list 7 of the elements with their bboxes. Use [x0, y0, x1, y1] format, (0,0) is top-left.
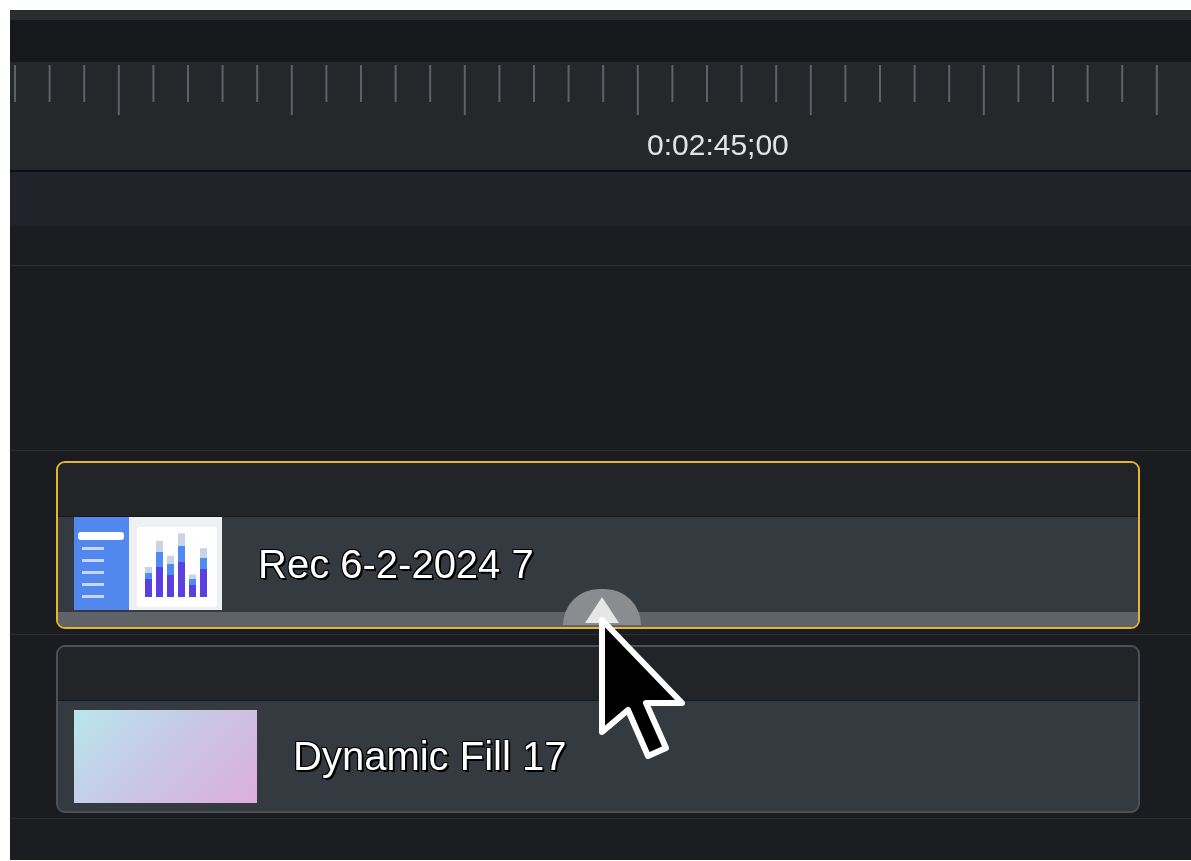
- timecode: 0:02:45;00: [647, 127, 789, 163]
- triangle-up-icon: [585, 597, 619, 623]
- media-clip[interactable]: Rec 6-2-2024 7: [56, 461, 1140, 629]
- clip-title: Rec 6-2-2024 7: [258, 542, 534, 587]
- media-clip[interactable]: Dynamic Fill 17: [56, 645, 1140, 813]
- clip-title: Dynamic Fill 17: [293, 733, 567, 779]
- timeline-ruler[interactable]: 0:02:45;00: [10, 62, 1191, 172]
